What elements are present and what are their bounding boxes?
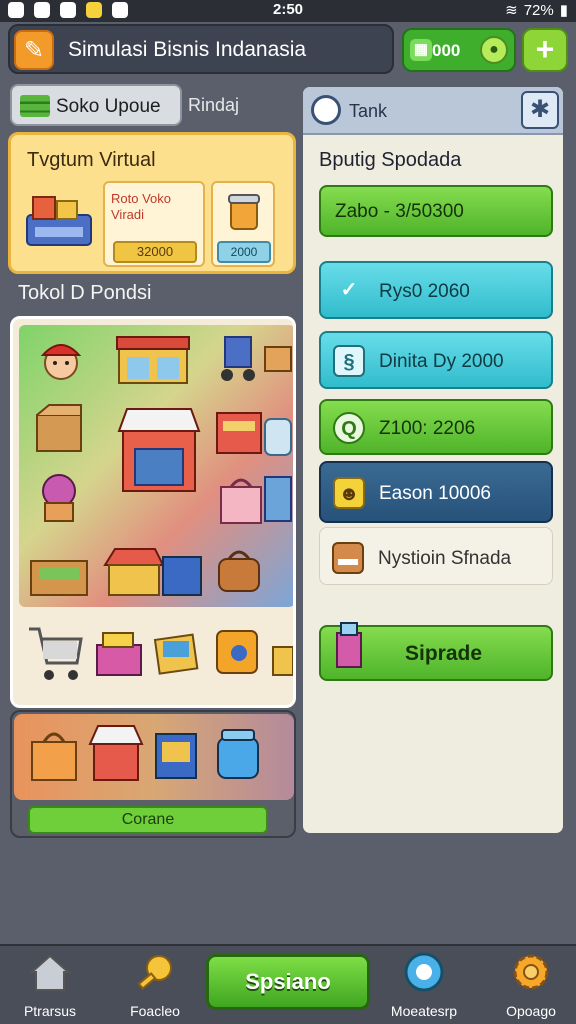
shopping-cart-icon[interactable] [25, 619, 85, 689]
nav-item-home[interactable]: Ptrarsus [14, 950, 86, 1022]
jar-icon[interactable] [263, 409, 293, 465]
coin-counter[interactable]: ▦ 000 ● [402, 28, 516, 72]
store-building-icon[interactable] [113, 331, 193, 387]
jar-icon[interactable] [214, 726, 262, 784]
home-icon [29, 954, 71, 991]
basket-icon[interactable] [263, 329, 293, 385]
display-case-icon[interactable] [263, 471, 293, 527]
nav-item-settings[interactable]: Opoago [494, 950, 568, 1022]
task-label: Dinita Dy 2000 [379, 351, 504, 372]
key-icon [137, 955, 172, 990]
store-tab-label: Soko Upoue [56, 96, 161, 117]
task-button-6[interactable]: ▬ Nystioin Sfnada [319, 527, 553, 585]
shopkeeper-avatar[interactable] [33, 331, 89, 387]
play-button[interactable]: Spsiano [206, 954, 370, 1010]
handbag-icon[interactable] [211, 541, 267, 597]
status-bar: 2:50 ≋ 72% ▮ [0, 0, 576, 22]
battery-level: 72% [523, 1, 554, 19]
gear-icon [513, 954, 549, 990]
shopping-bag-icon[interactable] [213, 471, 269, 527]
nav-label: Moeatesrp [390, 1003, 458, 1019]
task-button-5[interactable]: ☻ Eason 10006 [319, 461, 553, 523]
nav-item-features[interactable]: Foacleo [122, 950, 188, 1022]
task-button-1[interactable]: Zabo - 3/50300 [319, 185, 553, 237]
coin-value: 000 [432, 41, 461, 60]
paint-bucket-icon [228, 194, 260, 230]
upgrade-button[interactable]: Siprade [319, 622, 553, 681]
wifi-icon: ≋ [505, 2, 518, 19]
search-icon: Q [333, 412, 365, 444]
market-stall-icon[interactable] [86, 722, 146, 786]
upgrade-label: Siprade [405, 642, 483, 665]
coin-badge-icon: ● [480, 36, 508, 64]
cardboard-box-icon[interactable] [31, 401, 87, 457]
shopping-bag-icon [336, 622, 362, 668]
shop-counter-icon [26, 196, 92, 246]
task-button-4[interactable]: Q Z100: 2206 [319, 399, 553, 455]
task-panel-title: Tank [349, 101, 388, 121]
task-button-3[interactable]: § Dinita Dy 2000 [319, 331, 553, 389]
goods-box-icon[interactable] [152, 726, 200, 784]
nav-item-messages[interactable]: Moeatesrp [384, 950, 464, 1022]
add-coins-button[interactable]: + [522, 28, 568, 72]
task-label: Rys0 2060 [379, 281, 470, 302]
store-subtitle[interactable]: Rindaj [188, 95, 239, 116]
close-icon[interactable]: ✱ [521, 91, 559, 129]
item-price: 2000 [217, 241, 271, 263]
task-panel-subtitle: Bputig Spodada [319, 149, 462, 171]
create-button[interactable]: Corane [28, 806, 268, 834]
promo-text: Roto Voko Viradi [111, 191, 171, 222]
clock: 2:50 [272, 1, 304, 18]
wood-plank-icon: ▬ [332, 542, 364, 574]
dollar-icon: § [333, 345, 365, 377]
hand-truck-icon[interactable] [209, 329, 265, 385]
virtual-store-card[interactable]: Tvgtum Virtual Roto Voko Viradi 32000 20… [8, 132, 296, 274]
task-button-2[interactable]: ✓ Rys0 2060 [319, 261, 553, 319]
cash-register-icon[interactable] [149, 623, 205, 679]
store-tab[interactable]: Soko Upoue [10, 84, 182, 126]
task-panel: Tank ✱ Bputig Spodada Zabo - 3/50300 ✓ R… [300, 84, 566, 836]
nav-label: Opoago [506, 1003, 556, 1019]
produce-tray-icon[interactable] [27, 547, 91, 603]
crate-icon[interactable] [211, 403, 267, 459]
task-label: Eason 10006 [379, 483, 491, 504]
promo-card[interactable]: Roto Voko Viradi 32000 [103, 181, 205, 267]
kiosk-crates-icon[interactable] [101, 543, 205, 599]
title-bar: ✎ Simulasi Bisnis Indanasia [8, 24, 394, 74]
pencil-icon[interactable]: ✎ [14, 30, 54, 70]
market-stall-icon[interactable] [117, 403, 201, 499]
wheel-icon [311, 95, 341, 125]
money-icon: ▦ [410, 39, 432, 61]
task-label: Zabo - 3/50300 [335, 201, 464, 222]
money-stack-icon [20, 95, 50, 117]
app-title: Simulasi Bisnis Indanasia [68, 38, 307, 61]
task-panel-header: Tank ✱ [303, 87, 563, 135]
promo-price: 32000 [113, 241, 197, 263]
shopping-bag-icon[interactable] [26, 724, 82, 786]
nav-label: Foacleo [130, 1003, 180, 1019]
nav-label: Ptrarsus [23, 1003, 77, 1019]
goods-crate-icon[interactable] [91, 625, 147, 681]
gumball-machine-icon[interactable] [31, 469, 87, 525]
safe-box-icon[interactable] [209, 623, 265, 679]
checkmark-icon: ✓ [340, 279, 358, 301]
task-label: Z100: 2206 [379, 418, 476, 439]
stacked-goods-icon[interactable] [271, 631, 295, 687]
chat-bubble-icon [404, 952, 444, 992]
item-grid [10, 316, 296, 708]
battery-icon: ▮ [559, 2, 568, 19]
coin-box-icon: ☻ [333, 477, 365, 509]
virtual-card-title: Tvgtum Virtual [27, 149, 156, 171]
create-store-card: Corane [10, 710, 296, 838]
item-card[interactable]: 2000 [211, 181, 275, 267]
section-title: Tokol D Pondsi [18, 282, 152, 304]
task-label: Nystioin Sfnada [378, 548, 512, 569]
